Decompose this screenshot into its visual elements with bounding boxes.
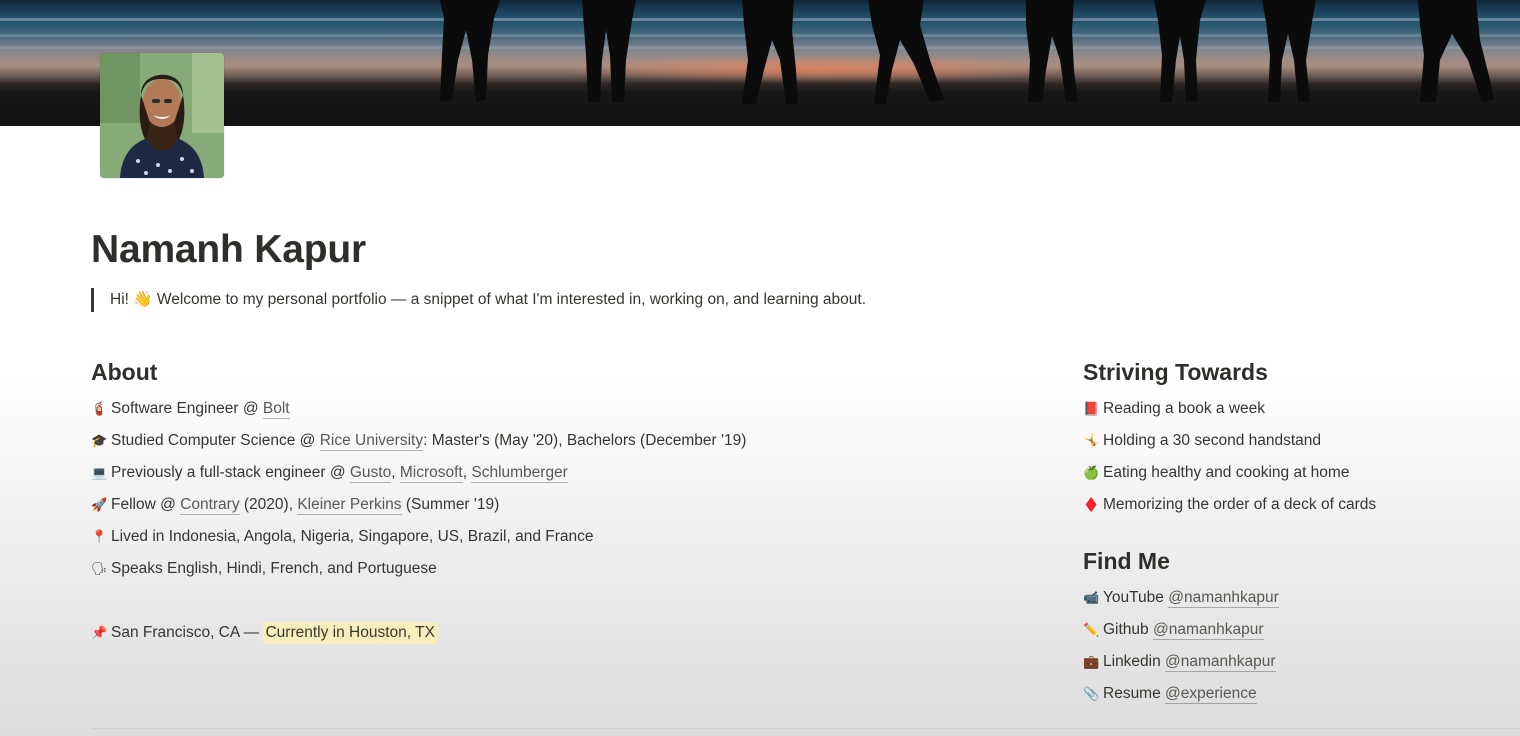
rocket-icon: 🚀 [91, 497, 108, 512]
link[interactable]: @namanhkapur [1168, 589, 1279, 608]
list-item: 🚀 Fellow @ Contrary (2020), Kleiner Perki… [91, 489, 746, 521]
item-text: Software Engineer @ [111, 400, 263, 417]
page-title: Namanh Kapur [91, 228, 366, 271]
divider [91, 728, 1520, 729]
diamond-suit-icon: ♦️ [1083, 497, 1100, 512]
list-item: 📍 Lived in Indonesia, Angola, Nigeria, Si… [91, 521, 746, 553]
list-item: 🍏 Eating healthy and cooking at home [1083, 457, 1376, 489]
item-text: Github [1103, 621, 1153, 638]
item-text: Resume [1103, 685, 1166, 702]
link[interactable]: Microsoft [399, 464, 463, 483]
find-me-list: 📹 YouTube @namanhkapur ✏️ Github @namanhkap… [1083, 582, 1279, 710]
map-pin-icon: 📍 [91, 529, 108, 544]
paperclip-icon: 📎 [1083, 686, 1100, 701]
pushpin-icon: 📌 [91, 625, 108, 640]
link[interactable]: Bolt [262, 400, 290, 419]
item-text: Speaks English, Hindi, French, and Portu… [111, 560, 437, 577]
profile-photo [100, 53, 224, 178]
link[interactable]: @namanhkapur [1165, 653, 1276, 672]
list-item: 🗣 Speaks English, Hindi, French, and Port… [91, 553, 746, 585]
list-item: 🧯 Software Engineer @ Bolt [91, 393, 746, 425]
item-text: , [462, 464, 472, 481]
list-item: 💼 Linkedin @namanhkapur [1083, 646, 1279, 678]
item-text: Reading a book a week [1103, 400, 1266, 417]
link[interactable]: Kleiner Perkins [297, 496, 402, 515]
find-me-heading: Find Me [1083, 548, 1170, 574]
item-text: Holding a 30 second handstand [1103, 432, 1322, 449]
avatar [100, 53, 224, 178]
item-text: Studied Computer Science @ [111, 432, 320, 449]
link[interactable]: @experience [1165, 685, 1257, 704]
link[interactable]: Schlumberger [471, 464, 568, 483]
intro-quote: Hi! 👋 Welcome to my personal portfolio —… [91, 288, 866, 312]
briefcase-icon: 💼 [1083, 654, 1100, 669]
link[interactable]: Rice University [319, 432, 424, 451]
item-text: Fellow @ [111, 496, 181, 513]
cover-image [0, 0, 1520, 126]
list-item: 📕 Reading a book a week [1083, 393, 1376, 425]
item-text: Lived in Indonesia, Angola, Nigeria, Sin… [111, 528, 594, 545]
item-text: Eating healthy and cooking at home [1103, 464, 1350, 481]
striving-heading: Striving Towards [1083, 359, 1268, 385]
item-text: : Master's (May '20), Bachelors (Decembe… [423, 432, 747, 449]
book-icon: 📕 [1083, 401, 1100, 416]
link[interactable]: @namanhkapur [1152, 621, 1264, 640]
list-item: 📌 San Francisco, CA — Currently in Housto… [91, 617, 746, 649]
item-text: , [391, 464, 400, 481]
item-text: (2020), [239, 496, 298, 513]
pencil-icon: ✏️ [1083, 622, 1100, 637]
item-text: Previously a full-stack engineer @ [111, 464, 350, 481]
laptop-icon: 💻 [91, 465, 108, 480]
graduation-cap-icon: 🎓 [91, 433, 108, 448]
about-list: 🧯 Software Engineer @ Bolt 🎓 Studied Comput… [91, 393, 746, 649]
item-text: (Summer '19) [401, 496, 500, 513]
about-heading: About [91, 359, 158, 385]
list-item: 📎 Resume @experience [1083, 678, 1279, 710]
list-item: 🎓 Studied Computer Science @ Rice Univers… [91, 425, 746, 457]
handstand-icon: 🤸 [1083, 433, 1100, 448]
list-item: 🤸 Holding a 30 second handstand [1083, 425, 1376, 457]
list-item: 💻 Previously a full-stack engineer @ Gust… [91, 457, 746, 489]
item-text: Memorizing the order of a deck of cards [1103, 496, 1377, 513]
link[interactable]: Gusto [349, 464, 392, 483]
link[interactable]: Contrary [180, 496, 240, 515]
highlighted-text: Currently in Houston, TX [263, 622, 437, 644]
list-spacer [91, 585, 746, 617]
silhouettes-graphic [440, 0, 1494, 104]
item-text: San Francisco, CA — [111, 624, 264, 641]
striving-list: 📕 Reading a book a week 🤸 Holding a 30 seco… [1083, 393, 1376, 521]
fire-extinguisher-icon: 🧯 [91, 401, 108, 416]
video-camera-icon: 📹 [1083, 590, 1100, 605]
apple-icon: 🍏 [1083, 465, 1100, 480]
item-text: Linkedin [1103, 653, 1166, 670]
speaking-head-icon: 🗣 [91, 561, 108, 576]
list-item: ✏️ Github @namanhkapur [1083, 614, 1279, 646]
item-text: YouTube [1103, 589, 1169, 606]
list-item: ♦️ Memorizing the order of a deck of card… [1083, 489, 1376, 521]
list-item: 📹 YouTube @namanhkapur [1083, 582, 1279, 614]
